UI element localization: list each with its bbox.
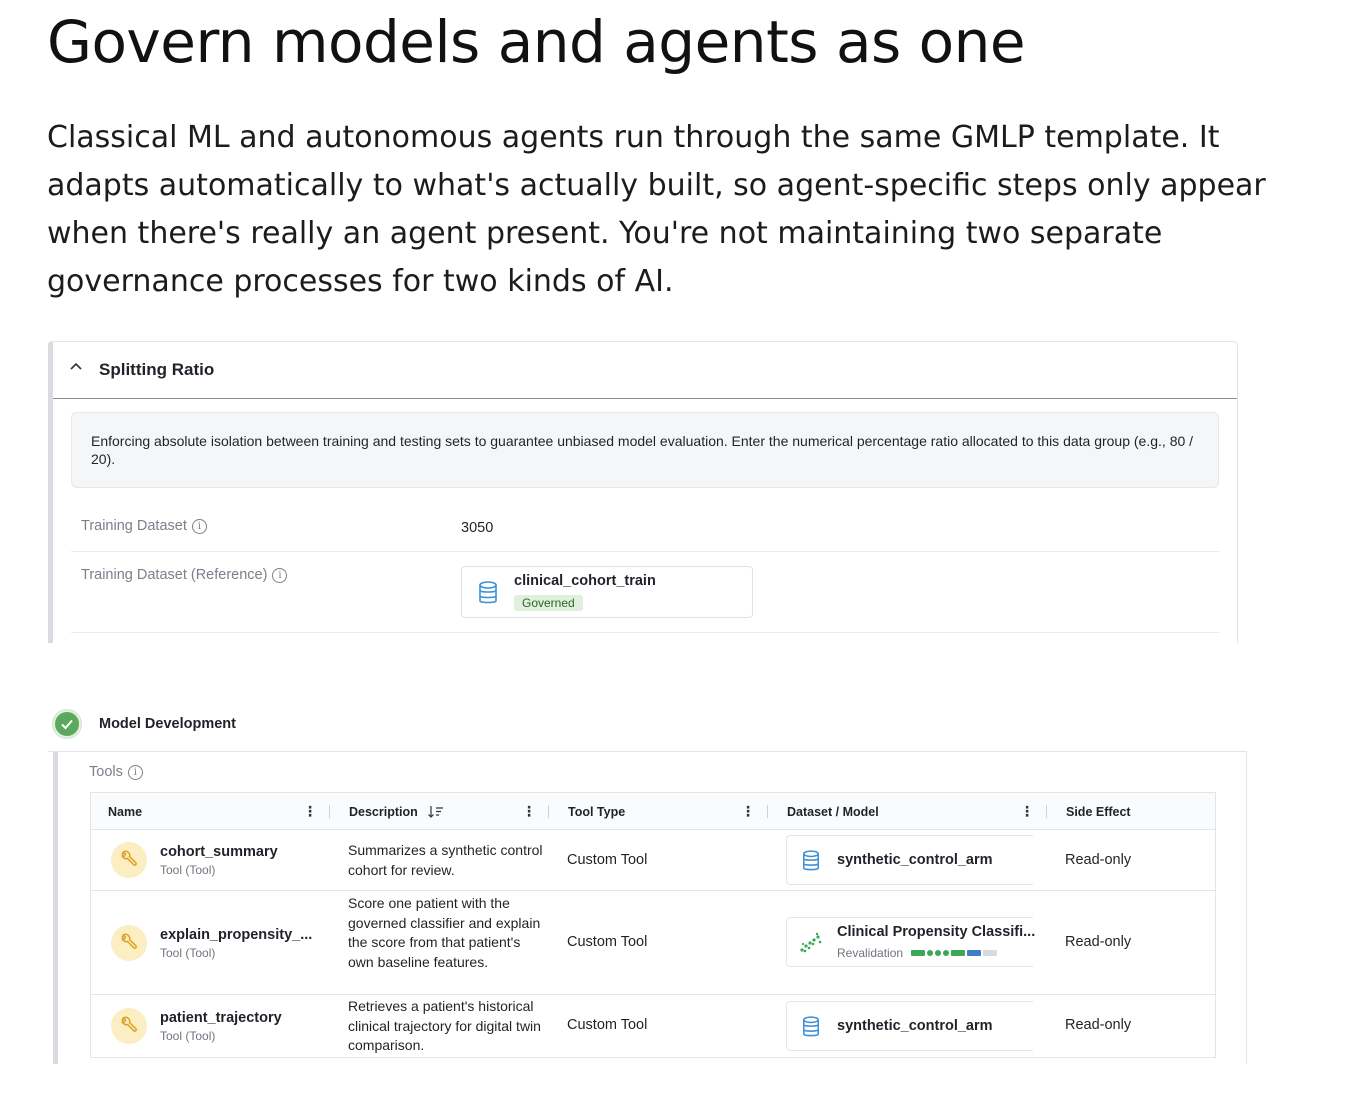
model-development-header[interactable]: Model Development xyxy=(53,710,236,738)
splitting-ratio-header[interactable]: Splitting Ratio xyxy=(53,342,1237,399)
tool-description: Score one patient with the governed clas… xyxy=(348,895,541,970)
tool-subtitle: Tool (Tool) xyxy=(160,946,216,960)
column-tool-type[interactable]: Tool Type xyxy=(568,793,625,830)
tools-label: Tools i xyxy=(89,764,143,780)
column-menu-icon[interactable]: ⋮ xyxy=(303,803,317,820)
model-status: Revalidation xyxy=(837,946,998,960)
splitting-ratio-info: Enforcing absolute isolation between tra… xyxy=(71,412,1219,488)
column-name[interactable]: Name xyxy=(108,793,142,830)
tool-subtitle: Tool (Tool) xyxy=(160,863,216,877)
column-separator[interactable] xyxy=(548,805,549,818)
table-row[interactable]: explain_propensity_... Tool (Tool) Score… xyxy=(91,891,1215,995)
dataset-name: synthetic_control_arm xyxy=(837,852,993,868)
dataset-card[interactable]: synthetic_control_arm xyxy=(786,835,1033,885)
wrench-icon xyxy=(111,1008,147,1044)
model-development-title: Model Development xyxy=(99,716,236,732)
dataset-card[interactable]: synthetic_control_arm xyxy=(786,1001,1033,1051)
training-dataset-value: 3050 xyxy=(461,520,494,536)
governed-badge: Governed xyxy=(514,595,583,611)
wrench-icon xyxy=(111,925,147,961)
scatter-model-icon xyxy=(800,932,822,953)
column-description[interactable]: Description xyxy=(349,793,444,830)
side-effect: Read-only xyxy=(1065,1017,1132,1033)
dataset-name: synthetic_control_arm xyxy=(837,1018,993,1034)
model-card[interactable]: Clinical Propensity Classifi... Revalida… xyxy=(786,917,1036,967)
column-menu-icon[interactable]: ⋮ xyxy=(522,803,536,820)
side-effect: Read-only xyxy=(1065,852,1132,868)
tool-type: Custom Tool xyxy=(567,852,648,868)
tool-description: Summarizes a synthetic control cohort fo… xyxy=(348,842,543,878)
database-icon xyxy=(803,1016,819,1037)
info-icon[interactable]: i xyxy=(127,764,143,780)
splitting-ratio-card: Splitting Ratio Enforcing absolute isola… xyxy=(48,341,1238,643)
reference-dataset-card[interactable]: clinical_cohort_train Governed xyxy=(461,566,753,618)
column-menu-icon[interactable]: ⋮ xyxy=(741,803,755,820)
tool-type: Custom Tool xyxy=(567,934,648,950)
column-separator[interactable] xyxy=(329,805,330,818)
info-icon[interactable]: i xyxy=(191,518,207,534)
splitting-ratio-title: Splitting Ratio xyxy=(99,360,215,379)
table-row[interactable]: patient_trajectory Tool (Tool) Retrieves… xyxy=(91,995,1215,1058)
chevron-up-icon[interactable] xyxy=(69,360,83,374)
tool-description: Retrieves a patient's historical clinica… xyxy=(348,998,541,1053)
tool-type: Custom Tool xyxy=(567,1017,648,1033)
database-icon xyxy=(479,581,497,604)
column-separator[interactable] xyxy=(1046,805,1047,818)
model-name: Clinical Propensity Classifi... xyxy=(837,924,1036,940)
sort-icon[interactable] xyxy=(427,805,444,819)
database-icon xyxy=(803,850,819,871)
lifecycle-progress xyxy=(911,950,998,956)
column-dataset-model[interactable]: Dataset / Model xyxy=(787,793,879,830)
column-side-effect[interactable]: Side Effect xyxy=(1066,793,1131,830)
tools-table: Name ⋮ Description ⋮ Tool Type ⋮ Dataset… xyxy=(90,792,1216,1058)
reference-dataset-name: clinical_cohort_train xyxy=(514,573,656,589)
training-dataset-row: Training Dataset i 3050 xyxy=(71,502,1219,552)
tool-name[interactable]: patient_trajectory xyxy=(160,1010,282,1026)
info-icon[interactable]: i xyxy=(272,567,288,583)
wrench-icon xyxy=(111,842,147,878)
tool-name[interactable]: explain_propensity_... xyxy=(160,927,312,943)
column-separator[interactable] xyxy=(767,805,768,818)
column-menu-icon[interactable]: ⋮ xyxy=(1020,803,1034,820)
training-reference-row: Training Dataset (Reference) i clinical_… xyxy=(71,552,1219,633)
training-dataset-label: Training Dataset i xyxy=(81,518,207,534)
tool-subtitle: Tool (Tool) xyxy=(160,1029,216,1043)
side-effect: Read-only xyxy=(1065,934,1132,950)
check-circle-icon xyxy=(53,710,81,738)
hero-body: Classical ML and autonomous agents run t… xyxy=(47,120,1266,299)
hero-title: Govern models and agents as one xyxy=(47,8,1026,76)
table-row[interactable]: cohort_summary Tool (Tool) Summarizes a … xyxy=(91,830,1215,891)
training-reference-label: Training Dataset (Reference) i xyxy=(81,567,288,583)
tool-name[interactable]: cohort_summary xyxy=(160,844,278,860)
table-header: Name ⋮ Description ⋮ Tool Type ⋮ Dataset… xyxy=(91,793,1215,830)
model-development-panel: Tools i Name ⋮ Description ⋮ Tool Type ⋮… xyxy=(53,752,1247,1064)
